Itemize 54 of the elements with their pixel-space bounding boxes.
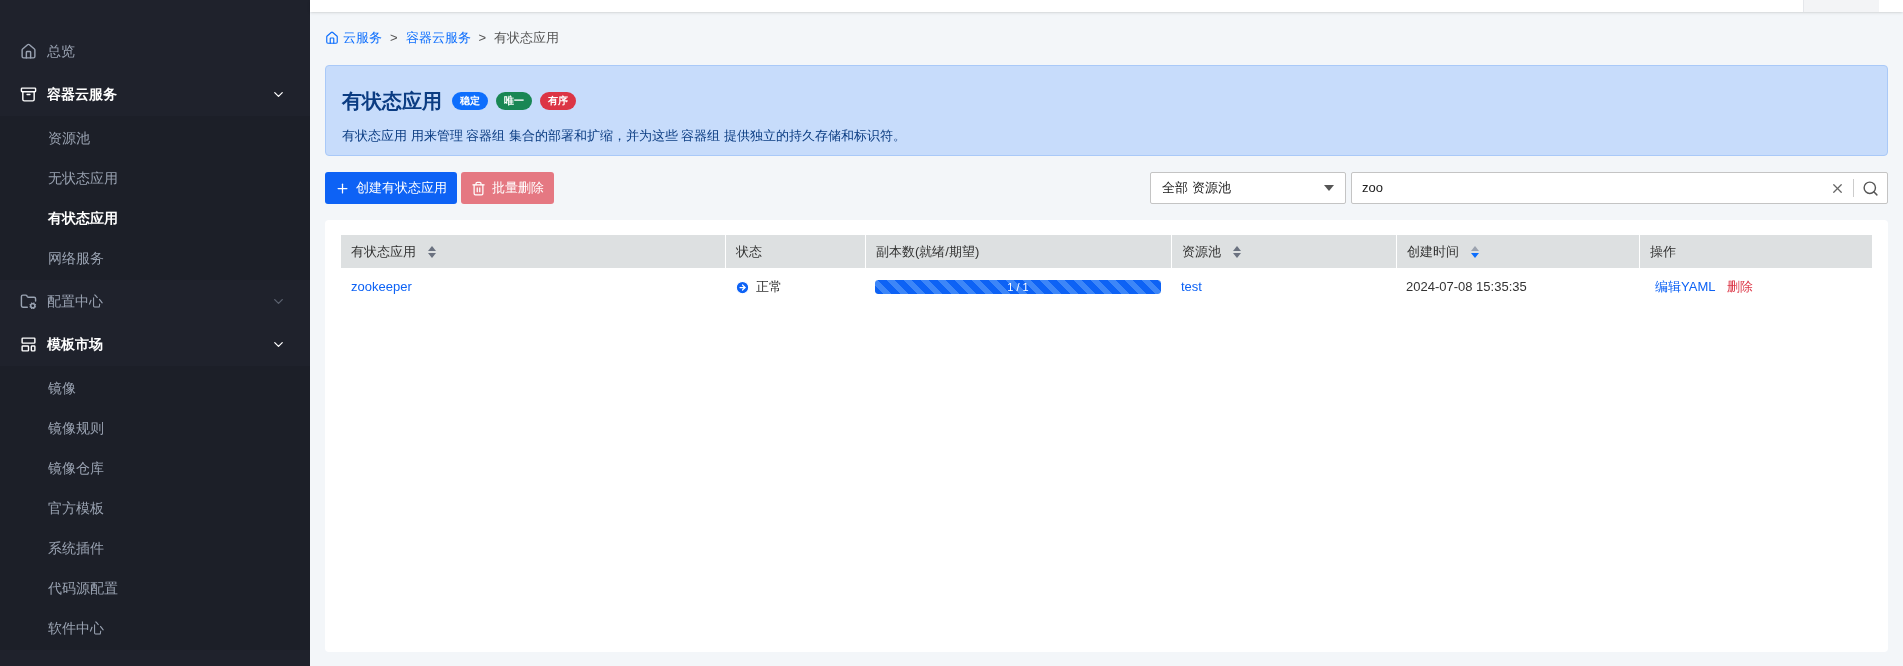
sidebar-item[interactable]: 容器云服务 [0, 73, 310, 116]
breadcrumb-link[interactable]: 容器云服务 [405, 28, 471, 48]
menu-icon [20, 293, 37, 310]
tag: 稳定 [452, 92, 488, 110]
dropdown-icon [1324, 185, 1334, 191]
search-input[interactable]: zoo [1362, 178, 1830, 198]
column-header: 有状态应用 [341, 235, 725, 268]
create-button[interactable]: 创建有状态应用 [325, 172, 457, 204]
sidebar-subitem[interactable]: 网络服务 [0, 238, 310, 278]
breadcrumb-link[interactable]: 云服务 [343, 28, 382, 48]
breadcrumb-separator: > [390, 29, 398, 48]
menu-icon [20, 86, 37, 103]
tag: 唯一 [496, 92, 532, 110]
menu-icon [20, 336, 37, 353]
menu-icon [20, 43, 37, 60]
breadcrumb-separator: > [478, 29, 487, 48]
plus-icon [335, 180, 350, 196]
sidebar-subitem[interactable]: 资源池 [0, 118, 310, 158]
home-icon [325, 31, 339, 45]
trash-icon [471, 180, 486, 196]
edit-link[interactable]: 编辑YAML [1655, 277, 1716, 297]
progress-label: 1 / 1 [1006, 280, 1030, 294]
column-header: 状态 [725, 235, 865, 268]
tag: 有序 [540, 92, 576, 110]
banner-description: 有状态应用 用来管理 容器组 集合的部署和扩缩，并为这些 容器组 提供独立的持久存储和标识符。 [342, 127, 908, 145]
search-field[interactable]: zoo [1351, 172, 1888, 204]
app-name-link[interactable]: zookeeper [351, 279, 412, 295]
created-time: 2024-07-08 15:35:35 [1406, 279, 1527, 295]
sidebar-subitem[interactable]: 镜像 [0, 368, 310, 408]
sidebar-subitem[interactable]: 系统插件 [0, 528, 310, 568]
sort-icon[interactable] [428, 245, 436, 258]
pool-select[interactable]: 全部 资源池 [1150, 172, 1346, 204]
status-icon [735, 279, 750, 295]
sidebar-subitem[interactable]: 镜像仓库 [0, 448, 310, 488]
sidebar-subitem[interactable]: 官方模板 [0, 488, 310, 528]
banner-title: 有状态应用 [342, 89, 442, 114]
pool-link[interactable]: test [1181, 279, 1202, 295]
sidebar-item[interactable]: 配置中心 [0, 280, 310, 323]
sidebar-subitem[interactable]: 无状态应用 [0, 158, 310, 198]
sidebar-subitem[interactable]: 镜像规则 [0, 408, 310, 448]
column-header: 创建时间 [1396, 235, 1639, 268]
column-header: 操作 [1639, 235, 1872, 268]
sidebar-subitem[interactable]: 软件中心 [0, 608, 310, 648]
status-text: 正常 [756, 278, 782, 297]
sidebar-subitem[interactable]: 有状态应用 [0, 198, 310, 238]
delete-link[interactable]: 删除 [1727, 277, 1754, 297]
search-icon[interactable] [1862, 179, 1879, 197]
sidebar-subitem[interactable]: 代码源配置 [0, 568, 310, 608]
sort-icon[interactable] [1471, 245, 1479, 258]
sidebar-item[interactable]: 总览 [0, 30, 310, 73]
sidebar-item[interactable]: 模板市场 [0, 323, 310, 366]
column-header: 副本数(就绪/期望) [865, 235, 1171, 268]
column-header: 资源池 [1171, 235, 1396, 268]
sort-icon[interactable] [1233, 245, 1241, 258]
